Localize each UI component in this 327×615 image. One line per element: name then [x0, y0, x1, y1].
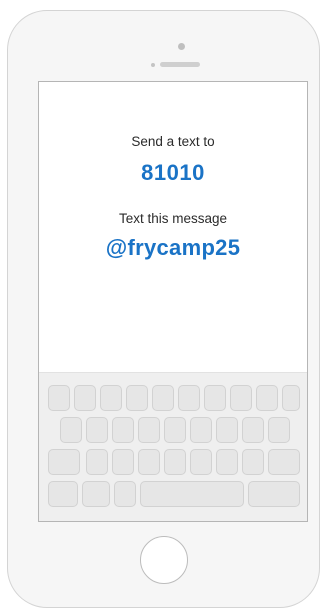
shift-key[interactable]	[48, 449, 80, 475]
space-key[interactable]	[140, 481, 244, 507]
sensor-icon	[151, 63, 155, 67]
keyboard-key[interactable]	[48, 385, 70, 411]
delete-key[interactable]	[268, 449, 300, 475]
send-text-label: Send a text to	[131, 134, 215, 149]
emoji-key[interactable]	[82, 481, 110, 507]
short-code: 81010	[141, 160, 205, 185]
keyboard-key[interactable]	[230, 385, 252, 411]
return-key[interactable]	[248, 481, 300, 507]
keyboard-key[interactable]	[178, 385, 200, 411]
message-keyword: @frycamp25	[105, 235, 241, 260]
mic-key[interactable]	[114, 481, 136, 507]
keyboard-key[interactable]	[112, 417, 134, 443]
keyboard-key[interactable]	[86, 449, 108, 475]
home-button[interactable]	[140, 536, 188, 584]
numbers-key[interactable]	[48, 481, 78, 507]
keyboard-key[interactable]	[190, 417, 212, 443]
keyboard-key[interactable]	[164, 449, 186, 475]
keyboard-key[interactable]	[86, 417, 108, 443]
keyboard-key[interactable]	[216, 449, 238, 475]
keyboard-key[interactable]	[138, 449, 160, 475]
front-camera-icon	[178, 43, 185, 50]
keyboard-key[interactable]	[112, 449, 134, 475]
keyboard-key[interactable]	[138, 417, 160, 443]
keyboard-key[interactable]	[256, 385, 278, 411]
keyboard-key[interactable]	[216, 417, 238, 443]
keyboard-key[interactable]	[152, 385, 174, 411]
earpiece-speaker-icon	[160, 62, 200, 67]
keyboard-key[interactable]	[100, 385, 122, 411]
message-instruction-label: Text this message	[118, 211, 228, 226]
keyboard-key[interactable]	[282, 385, 300, 411]
phone-screen: Send a text to 81010 Text this message @…	[38, 81, 308, 522]
keyboard	[39, 372, 307, 521]
keyboard-key[interactable]	[242, 417, 264, 443]
keyboard-key[interactable]	[126, 385, 148, 411]
keyboard-key[interactable]	[242, 449, 264, 475]
keyboard-key[interactable]	[190, 449, 212, 475]
keyboard-key[interactable]	[268, 417, 290, 443]
keyboard-key[interactable]	[60, 417, 82, 443]
keyboard-key[interactable]	[204, 385, 226, 411]
keyboard-key[interactable]	[74, 385, 96, 411]
keyboard-key[interactable]	[164, 417, 186, 443]
